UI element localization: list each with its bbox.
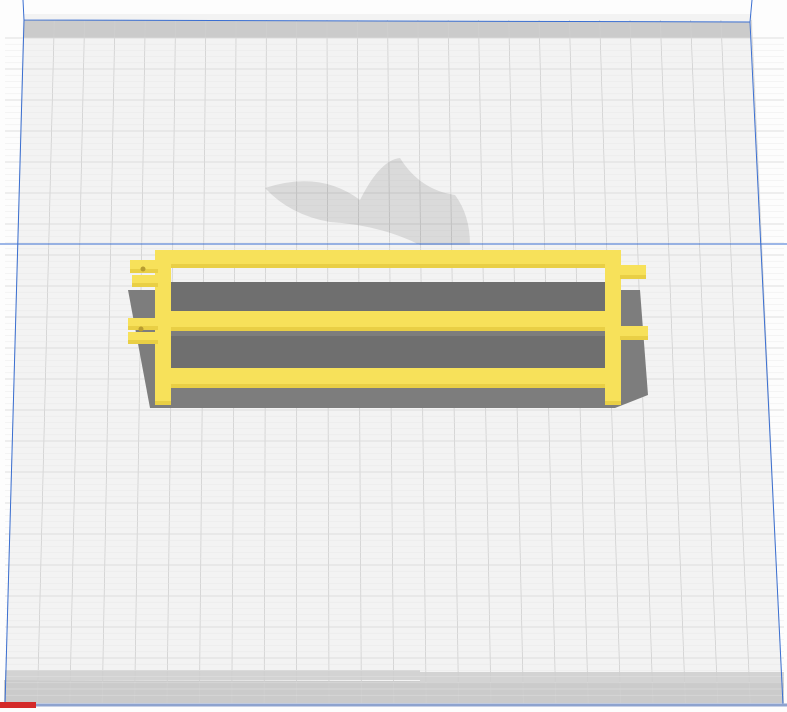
right-tab-lower-shade	[620, 336, 648, 340]
mount-hole-icon	[138, 326, 144, 332]
frame-top-rail-shade	[157, 264, 619, 268]
frame-opening	[168, 336, 608, 368]
frame-right-post-shade	[605, 401, 621, 405]
back-disallowed-area	[24, 20, 750, 38]
frame-right-post	[605, 250, 621, 405]
frame-left-post-shade	[155, 401, 171, 405]
frame-middle-rail-shade	[165, 327, 608, 331]
3d-viewport[interactable]	[0, 0, 787, 712]
left-tab-lower-shade	[128, 340, 158, 344]
frame-opening	[168, 282, 608, 312]
mount-hole-icon	[140, 266, 146, 272]
build-plate-scene[interactable]	[0, 0, 787, 712]
front-disallowed-edge	[5, 670, 420, 680]
frame-bottom-rail-shade	[158, 384, 610, 388]
left-tab-upper-shade	[132, 283, 158, 287]
front-disallowed-edge	[420, 672, 784, 682]
right-tab-upper-shade	[620, 275, 646, 279]
x-axis-indicator	[0, 702, 36, 708]
